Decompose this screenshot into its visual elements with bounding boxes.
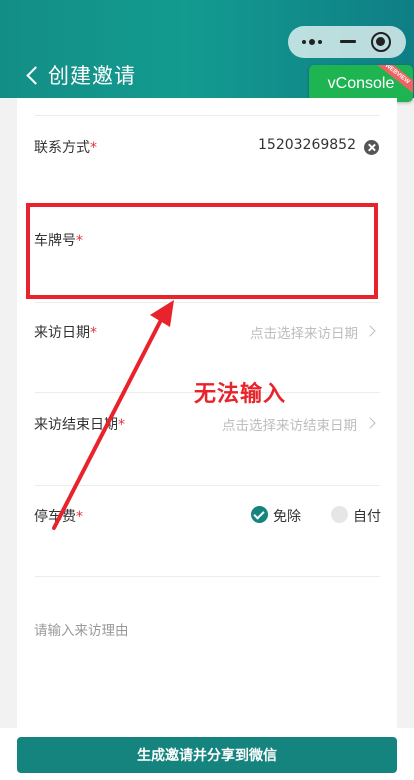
annotation-text: 无法输入 [194,382,287,407]
submit-share-button[interactable]: 生成邀请并分享到微信 [17,737,397,773]
